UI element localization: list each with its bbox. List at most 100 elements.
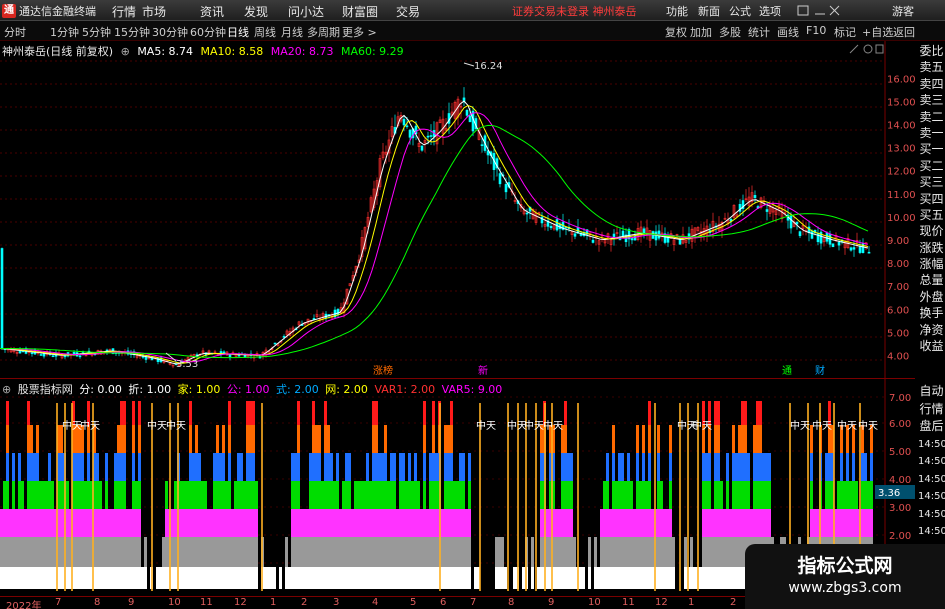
- param-fen: 分: 0.00: [79, 383, 122, 396]
- sidebar-lower-tab-1[interactable]: 行情: [918, 401, 945, 419]
- sidebar-lower-tab-7[interactable]: 14:50: [918, 506, 945, 524]
- event-marker[interactable]: 涨榜: [373, 364, 393, 377]
- event-marker[interactable]: 通: [782, 365, 792, 377]
- period-tab-daily[interactable]: 日线: [227, 24, 249, 40]
- sidebar-lower-tab-3[interactable]: 14:50: [918, 436, 945, 454]
- sidebar-tab-0[interactable]: 委比: [918, 43, 945, 59]
- scroll-left-icon[interactable]: [849, 44, 859, 54]
- indicator-name[interactable]: 股票指标网: [18, 383, 73, 396]
- signal-label: 中天: [812, 419, 832, 432]
- maximize-icon[interactable]: [875, 44, 884, 54]
- sidebar-tab-3[interactable]: 卖三: [918, 92, 945, 108]
- price-tick-label: 14.00: [887, 120, 915, 131]
- indicator-tick-label: 5.00: [889, 447, 911, 458]
- period-tab-1min[interactable]: 1分钟: [50, 24, 79, 40]
- price-tick-label: 4.00: [887, 351, 909, 362]
- login-notice[interactable]: 证券交易未登录 神州泰岳: [512, 3, 637, 19]
- price-tick-label: 8.00: [887, 259, 909, 270]
- kline-chart-canvas[interactable]: 16.00 15.00 14.00 13.00 12.00 11.00 10.00 9.00 8…: [0, 41, 915, 378]
- stats-button[interactable]: 统计: [748, 24, 770, 40]
- sidebar-tab-10[interactable]: 买五: [918, 207, 945, 223]
- param-zhe: 折: 1.00: [128, 383, 172, 396]
- menu-item-ask[interactable]: 问小达: [288, 3, 324, 20]
- low-price-label: 3.53: [176, 359, 198, 370]
- sidebar-lower-tab-8[interactable]: 14:50: [918, 523, 945, 541]
- period-tab-timeshare[interactable]: 分时: [4, 24, 26, 40]
- indicator-tick-label: 7.00: [889, 393, 911, 404]
- event-marker[interactable]: 新: [478, 364, 488, 377]
- site-watermark: 指标公式网 www.zbgs3.com: [745, 544, 945, 609]
- period-tab-15min[interactable]: 15分钟: [114, 24, 150, 40]
- menu-item-function[interactable]: 功能: [666, 3, 688, 19]
- menu-item-formula[interactable]: 公式: [729, 3, 751, 19]
- menu-item-quotes[interactable]: 行情: [112, 3, 136, 20]
- period-tab-weekly[interactable]: 周线: [254, 24, 276, 40]
- sidebar-tab-8[interactable]: 买三: [918, 174, 945, 190]
- sidebar-tab-11[interactable]: 现价: [918, 223, 945, 239]
- add-favorite-button[interactable]: +自选: [862, 24, 893, 40]
- sidebar-tab-17[interactable]: 净资: [918, 322, 945, 338]
- sidebar-tab-5[interactable]: 卖一: [918, 125, 945, 141]
- price-tick-label: 15.00: [887, 97, 915, 108]
- sidebar-tab-2[interactable]: 卖四: [918, 76, 945, 92]
- multi-stock-button[interactable]: 多股: [719, 24, 741, 40]
- menu-item-options[interactable]: 选项: [759, 3, 781, 19]
- sidebar-tab-16[interactable]: 换手: [918, 305, 945, 321]
- menu-item-market[interactable]: 市场: [142, 3, 166, 20]
- watermark-url: www.zbgs3.com: [788, 580, 902, 596]
- sidebar-tab-7[interactable]: 买二: [918, 158, 945, 174]
- draw-button[interactable]: 画线: [777, 24, 799, 40]
- period-tab-more[interactable]: 更多 >: [342, 24, 377, 40]
- sidebar-tab-13[interactable]: 涨幅: [918, 256, 945, 272]
- event-marker[interactable]: 财: [815, 364, 825, 377]
- period-tab-monthly[interactable]: 月线: [281, 24, 303, 40]
- sidebar-lower-tab-2[interactable]: 盘后: [918, 418, 945, 436]
- param-wang: 网: 2.00: [325, 383, 368, 396]
- sidebar-tab-18[interactable]: 收益: [918, 338, 945, 354]
- period-tab-5min[interactable]: 5分钟: [82, 24, 111, 40]
- sidebar-tab-15[interactable]: 外盘: [918, 289, 945, 305]
- signal-label: 中天: [524, 419, 544, 432]
- gear-icon[interactable]: ⊕: [121, 45, 130, 58]
- sidebar-lower-tab-0[interactable]: 自动: [918, 383, 945, 401]
- sidebar-tab-4[interactable]: 卖二: [918, 109, 945, 125]
- chart-corner-icons: [849, 44, 884, 54]
- menu-item-news[interactable]: 资讯: [200, 3, 224, 20]
- period-tab-60min[interactable]: 60分钟: [190, 24, 226, 40]
- date-label: 1: [270, 597, 277, 608]
- ma5-label: MA5: 8.74: [137, 45, 194, 58]
- indicator-tick-label: 4.00: [889, 475, 911, 486]
- menu-item-new-page[interactable]: 新面: [698, 3, 720, 19]
- signal-label: 中天: [166, 419, 186, 432]
- adjust-button[interactable]: 复权: [665, 24, 687, 40]
- sidebar-tab-1[interactable]: 卖五: [918, 59, 945, 75]
- period-tab-30min[interactable]: 30分钟: [152, 24, 188, 40]
- sidebar-tab-14[interactable]: 总量: [918, 272, 945, 288]
- f10-button[interactable]: F10: [806, 24, 826, 37]
- date-label: 5: [410, 597, 417, 608]
- menu-item-trade[interactable]: 交易: [396, 3, 420, 20]
- sidebar-tab-12[interactable]: 涨跌: [918, 240, 945, 256]
- sidebar-lower-tab-4[interactable]: 14:50: [918, 453, 945, 471]
- mark-button[interactable]: 标记: [834, 24, 856, 40]
- back-button[interactable]: 返回: [893, 24, 915, 40]
- app-logo-icon: 通: [2, 4, 16, 18]
- date-label: 8: [94, 597, 101, 608]
- indicator-toggle-icon[interactable]: ⊕: [2, 383, 11, 396]
- sidebar-lower-tab-5[interactable]: 14:50: [918, 471, 945, 489]
- menu-item-discover[interactable]: 发现: [244, 3, 268, 20]
- sidebar-lower-tab-6[interactable]: 14:50: [918, 488, 945, 506]
- guest-label[interactable]: 游客: [892, 3, 914, 19]
- menu-item-wealth[interactable]: 财富圈: [342, 3, 378, 20]
- sidebar-tab-9[interactable]: 买四: [918, 191, 945, 207]
- param-shi: 式: 2.00: [276, 383, 319, 396]
- price-tick-label: 10.00: [887, 213, 915, 224]
- period-tab-multi[interactable]: 多周期: [307, 24, 340, 40]
- stock-label[interactable]: 神州泰岳(日线 前复权): [2, 45, 113, 58]
- settings-icon[interactable]: [863, 44, 873, 54]
- price-tick-label: 13.00: [887, 144, 915, 155]
- ma20-line: [0, 112, 869, 363]
- kline-chart[interactable]: 16.00 15.00 14.00 13.00 12.00 11.00 10.00 9.00 8…: [0, 41, 915, 378]
- overlay-button[interactable]: 加加: [690, 24, 712, 40]
- sidebar-tab-6[interactable]: 买一: [918, 141, 945, 157]
